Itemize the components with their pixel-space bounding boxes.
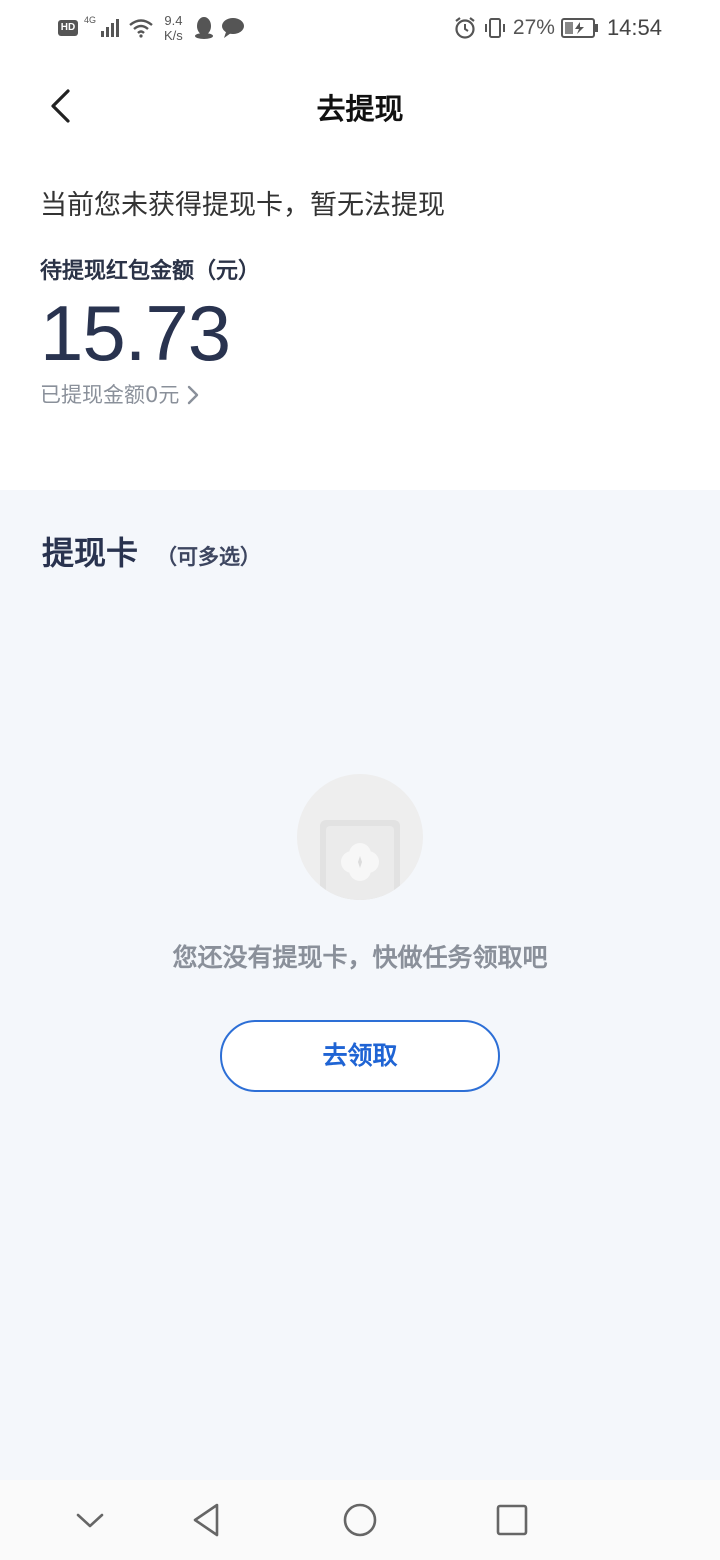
claim-card-button[interactable]: 去领取 [220,1020,500,1092]
wifi-icon [129,19,153,38]
nav-home-button[interactable] [336,1496,384,1544]
nav-hide-button[interactable] [66,1496,114,1544]
clock: 14:54 [606,15,662,40]
cards-title-row: 提现卡 （可多选） [42,528,261,574]
message-bubble-icon [221,18,244,38]
network-speed: 9.4 K/s [164,13,183,43]
header: 去提现 [0,56,720,156]
vibrate-icon [484,18,505,38]
battery-percent: 27% [512,16,555,39]
alarm-icon [455,17,475,39]
qq-icon [194,17,213,39]
withdraw-page: HD 4G 9.4 K/s 27% 14:54 去提现 当前您未获得提现卡，暂无… [0,0,720,1560]
status-bar-right: 27% 14:54 [453,10,662,46]
pending-amount-label: 待提现红包金额（元） [40,259,261,284]
withdrawn-amount-text: 已提现金额0元 [40,383,180,407]
chevron-down-icon [76,1513,104,1528]
empty-state-text: 您还没有提现卡，快做任务领取吧 [172,943,548,972]
nav-back-button[interactable] [182,1496,230,1544]
speed-value: 9.4 [164,13,183,28]
system-nav-bar [0,1480,720,1560]
speed-unit: K/s [164,28,183,43]
cards-title: 提现卡 [42,534,139,572]
back-triangle-icon [193,1503,219,1537]
battery-charging-icon [560,18,598,38]
cards-subtitle: （可多选） [156,545,262,569]
status-bar-left: HD 4G 9.4 K/s [58,10,245,46]
network-type: 4G [84,15,97,25]
pending-amount-value: 15.73 [40,289,231,377]
recents-square-icon [496,1504,528,1536]
page-title: 去提现 [316,92,404,126]
home-circle-icon [343,1503,377,1537]
signal-icon [101,19,120,37]
nav-recents-button[interactable] [488,1496,536,1544]
chevron-right-icon [188,385,199,405]
withdraw-cards-section: 提现卡 （可多选） 您还没有提现卡，快做任务领取吧 去领取 [0,490,720,1480]
hd-badge: HD [58,20,78,36]
withdrawn-amount-link[interactable]: 已提现金额0元 [40,380,199,410]
status-bar: HD 4G 9.4 K/s 27% 14:54 [0,0,720,56]
withdraw-info: 当前您未获得提现卡，暂无法提现 待提现红包金额（元） 15.73 已提现金额0元 [40,180,680,410]
withdraw-notice: 当前您未获得提现卡，暂无法提现 [40,190,445,221]
empty-card-illustration [297,774,423,900]
